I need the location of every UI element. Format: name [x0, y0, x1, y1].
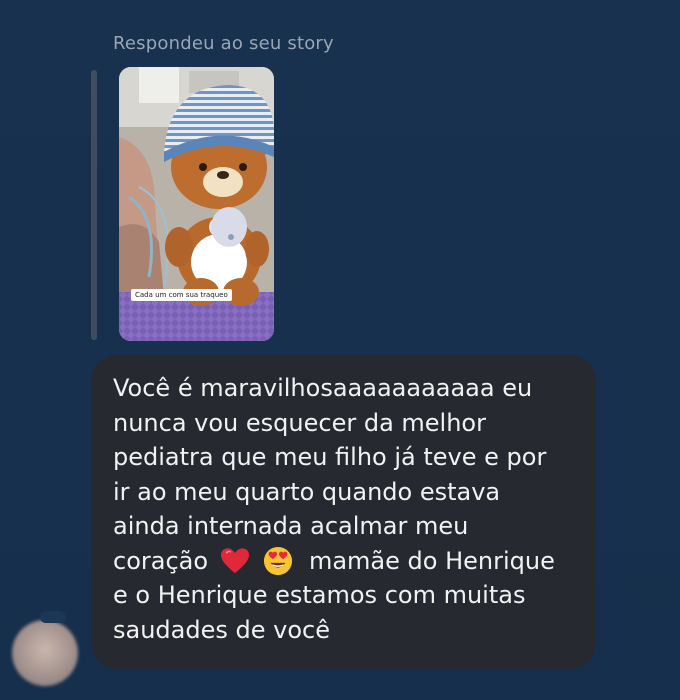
message-bubble[interactable]: Você é maravilhosaaaaaaaaaaa eu nunca vo… — [91, 355, 596, 669]
reply-quote-bar — [91, 70, 97, 340]
message-line: ir ao meu quarto quando estava — [113, 477, 501, 506]
story-reply-caption: Respondeu ao seu story — [113, 33, 334, 54]
dm-conversation: Respondeu ao seu story Cada um com sua t… — [0, 0, 680, 700]
story-text-sticker: Cada um com sua traqueo — [131, 289, 232, 301]
message-line: Você é maravilhosaaaaaaaaaaa eu — [113, 374, 533, 402]
message-line: ainda internada acalmar meu — [113, 512, 469, 540]
message-line-with-emojis: coração mamãe do Henrique — [113, 544, 576, 579]
message-line: pediatra que meu filho já teve e por — [113, 443, 547, 471]
story-thumbnail[interactable]: Cada um com sua traqueo — [119, 67, 274, 341]
red-heart-icon — [220, 547, 249, 573]
message-line: e o Henrique estamos com muitas — [113, 581, 526, 609]
sender-avatar[interactable] — [12, 620, 78, 686]
message-line: nunca vou esquecer da melhor — [113, 408, 486, 437]
message-line: saudades de você — [113, 615, 330, 644]
message-text: coração — [113, 546, 209, 575]
heart-eyes-face-icon — [264, 546, 293, 575]
avatar-overlay — [40, 611, 66, 623]
message-text: mamãe do Henrique — [308, 546, 555, 575]
